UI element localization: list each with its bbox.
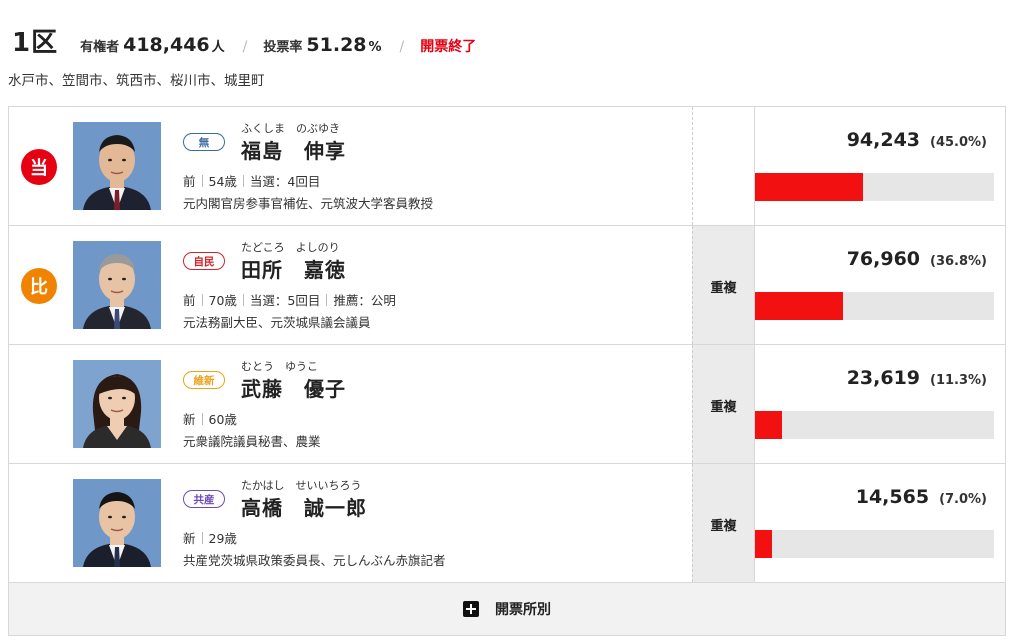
name-reading: たかはし せいいちろう — [241, 479, 362, 492]
duplicate-column: 重複 — [692, 345, 754, 463]
turnout-value: 51.28 — [306, 34, 367, 56]
vote-count: 94,243 (45.0%) — [847, 129, 987, 151]
meta-item: 新 — [183, 412, 196, 427]
candidate-photo — [73, 479, 161, 567]
meta-divider — [326, 293, 328, 306]
meta-divider — [201, 174, 203, 187]
party-badge: 無 — [183, 133, 225, 151]
municipality-list: 水戸市、笠間市、筑西市、桜川市、城里町 — [8, 73, 265, 89]
candidate-row: 共産 たかはし せいいちろう 高橋 誠一郎 新 29歳 共産党茨城県政策委員長、元… — [9, 464, 1005, 583]
candidate-career: 元法務副大臣、元茨城県議会議員 — [183, 315, 371, 330]
party-badge: 共産 — [183, 490, 225, 508]
candidate-name: 高橋 誠一郎 — [241, 496, 367, 520]
candidate-photo — [73, 360, 161, 448]
vote-bar-track — [755, 292, 994, 320]
vote-column: 23,619 (11.3%) — [754, 345, 1005, 463]
divider: / — [242, 39, 248, 55]
vote-value: 76,960 — [846, 248, 921, 270]
candidate-meta: 新 29歳 — [183, 528, 237, 547]
meta-divider — [201, 412, 203, 425]
meta-item: 新 — [183, 531, 196, 546]
candidate-name: 武藤 優子 — [241, 377, 346, 401]
candidate-photo — [73, 241, 161, 329]
vote-count: 14,565 (7.0%) — [856, 486, 987, 508]
candidate-meta: 前 70歳 当選：5回目 推薦：公明 — [183, 290, 396, 309]
proportional-badge: 比 — [21, 268, 57, 304]
candidate-meta: 新 60歳 — [183, 409, 237, 428]
vote-bar-track — [755, 411, 994, 439]
meta-divider — [242, 174, 244, 187]
vote-percent: (11.3%) — [930, 373, 987, 388]
vote-value: 14,565 — [855, 486, 930, 508]
meta-item: 29歳 — [208, 531, 237, 546]
meta-item: 前 — [183, 293, 196, 308]
divider: / — [399, 39, 405, 55]
candidate-row: 比 自民 たどころ よしのり 田所 嘉徳 前 70歳 当選：5回目 推薦：公明 元法務… — [9, 226, 1005, 345]
vote-column: 94,243 (45.0%) — [754, 107, 1005, 225]
duplicate-label: 重複 — [710, 400, 737, 415]
polling-station-toggle[interactable]: 開票所別 — [9, 583, 1005, 635]
meta-divider — [201, 293, 203, 306]
vote-value: 23,619 — [846, 367, 921, 389]
turnout-unit: % — [368, 40, 382, 55]
plus-square-icon — [463, 601, 479, 617]
vote-percent: (7.0%) — [939, 492, 987, 507]
vote-bar-fill — [755, 292, 843, 320]
candidate-career: 元衆議院議員秘書、農業 — [183, 434, 321, 449]
meta-divider — [201, 531, 203, 544]
duplicate-column: 重複 — [692, 464, 754, 582]
meta-item: 60歳 — [208, 412, 237, 427]
meta-item: 推薦：公明 — [333, 293, 396, 308]
meta-item: 当選：5回目 — [249, 293, 321, 308]
duplicate-label: 重複 — [710, 519, 737, 534]
meta-item: 当選：4回目 — [249, 174, 321, 189]
vote-bar-track — [755, 530, 994, 558]
district-header: 1区 有権者 418,446 人 / 投票率 51.28 % / 開票終了 — [12, 22, 477, 58]
meta-item: 70歳 — [208, 293, 237, 308]
results-table: 当 無 ふくしま のぶゆき 福島 伸享 前 54歳 当選：4回目 元内閣官房参事官補… — [8, 106, 1006, 636]
count-status: 開票終了 — [420, 39, 477, 55]
name-reading: むとう ゆうこ — [241, 360, 318, 373]
vote-percent: (45.0%) — [930, 135, 987, 150]
vote-bar-track — [755, 173, 994, 201]
meta-divider — [242, 293, 244, 306]
candidate-career: 元内閣官房参事官補佐、元筑波大学客員教授 — [183, 196, 434, 211]
vote-column: 76,960 (36.8%) — [754, 226, 1005, 344]
vote-bar-fill — [755, 173, 863, 201]
electorate-unit: 人 — [211, 40, 225, 55]
party-badge: 維新 — [183, 371, 225, 389]
candidate-name: 田所 嘉徳 — [241, 258, 346, 282]
party-badge: 自民 — [183, 252, 225, 270]
name-reading: たどころ よしのり — [241, 241, 340, 254]
candidate-photo — [73, 122, 161, 210]
polling-station-label: 開票所別 — [495, 602, 551, 618]
turnout-label: 投票率 — [263, 40, 303, 55]
district-title: 1区 — [12, 28, 59, 58]
meta-item: 前 — [183, 174, 196, 189]
duplicate-label: 重複 — [710, 281, 737, 296]
meta-item: 54歳 — [208, 174, 237, 189]
duplicate-column — [692, 107, 754, 225]
duplicate-column: 重複 — [692, 226, 754, 344]
name-reading: ふくしま のぶゆき — [241, 122, 340, 135]
candidate-row: 当 無 ふくしま のぶゆき 福島 伸享 前 54歳 当選：4回目 元内閣官房参事官補… — [9, 107, 1005, 226]
candidate-career: 共産党茨城県政策委員長、元しんぶん赤旗記者 — [183, 553, 446, 568]
candidate-meta: 前 54歳 当選：4回目 — [183, 171, 320, 190]
vote-count: 76,960 (36.8%) — [847, 248, 987, 270]
vote-column: 14,565 (7.0%) — [754, 464, 1005, 582]
electorate-label: 有権者 — [80, 40, 120, 55]
electorate-value: 418,446 — [123, 34, 210, 56]
elected-badge: 当 — [21, 149, 57, 185]
vote-value: 94,243 — [846, 129, 921, 151]
vote-bar-fill — [755, 530, 772, 558]
vote-percent: (36.8%) — [930, 254, 987, 269]
vote-bar-fill — [755, 411, 782, 439]
vote-count: 23,619 (11.3%) — [847, 367, 987, 389]
candidate-row: 維新 むとう ゆうこ 武藤 優子 新 60歳 元衆議院議員秘書、農業 重複 23,… — [9, 345, 1005, 464]
candidate-name: 福島 伸享 — [241, 139, 346, 163]
